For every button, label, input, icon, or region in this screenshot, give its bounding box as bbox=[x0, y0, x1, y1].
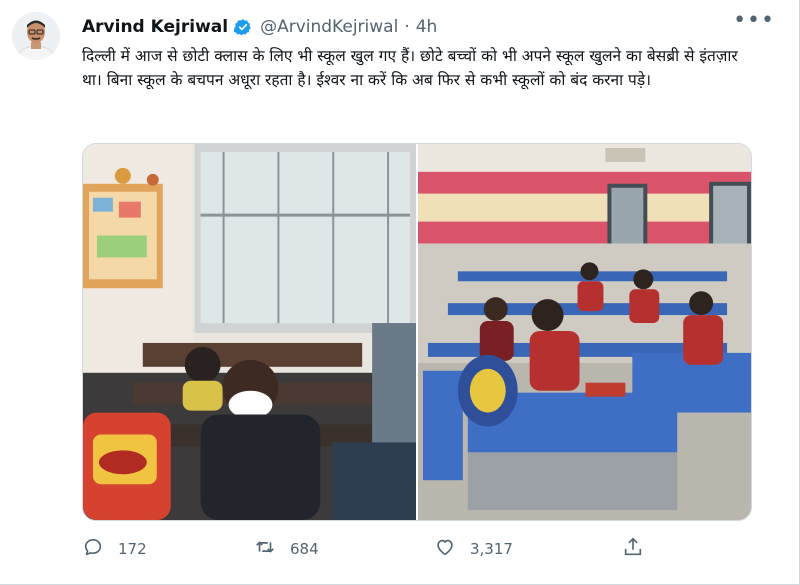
avatar-image bbox=[12, 12, 60, 60]
more-options-button[interactable]: ••• bbox=[733, 10, 775, 32]
like-count: 3,317 bbox=[470, 540, 513, 558]
reply-icon bbox=[82, 536, 104, 562]
author-handle[interactable]: @ArvindKejriwal bbox=[260, 17, 398, 37]
heart-icon bbox=[434, 536, 456, 562]
tweet-timestamp[interactable]: 4h bbox=[416, 17, 438, 37]
reply-button[interactable]: 172 bbox=[82, 536, 147, 562]
reply-count: 172 bbox=[118, 540, 147, 558]
share-button[interactable] bbox=[622, 536, 644, 562]
tweet-actions: 172 684 3,317 bbox=[82, 534, 662, 564]
share-icon bbox=[622, 536, 644, 562]
classroom-photo-right[interactable] bbox=[418, 144, 751, 520]
tweet-card[interactable]: Arvind Kejriwal @ArvindKejriwal · 4h •••… bbox=[0, 0, 800, 585]
verified-badge-icon bbox=[234, 18, 252, 36]
classroom-photo-left[interactable] bbox=[83, 144, 416, 520]
author-name[interactable]: Arvind Kejriwal bbox=[82, 17, 228, 37]
tweet-header: Arvind Kejriwal @ArvindKejriwal · 4h bbox=[82, 14, 779, 40]
retweet-icon bbox=[254, 536, 276, 562]
separator-dot: · bbox=[404, 17, 410, 37]
retweet-count: 684 bbox=[290, 540, 319, 558]
tweet-text: दिल्ली में आज से छोटी क्लास के लिए भी स्… bbox=[82, 47, 738, 89]
like-button[interactable]: 3,317 bbox=[434, 536, 513, 562]
avatar[interactable] bbox=[12, 12, 60, 60]
retweet-button[interactable]: 684 bbox=[254, 536, 319, 562]
tweet-media bbox=[82, 143, 752, 521]
